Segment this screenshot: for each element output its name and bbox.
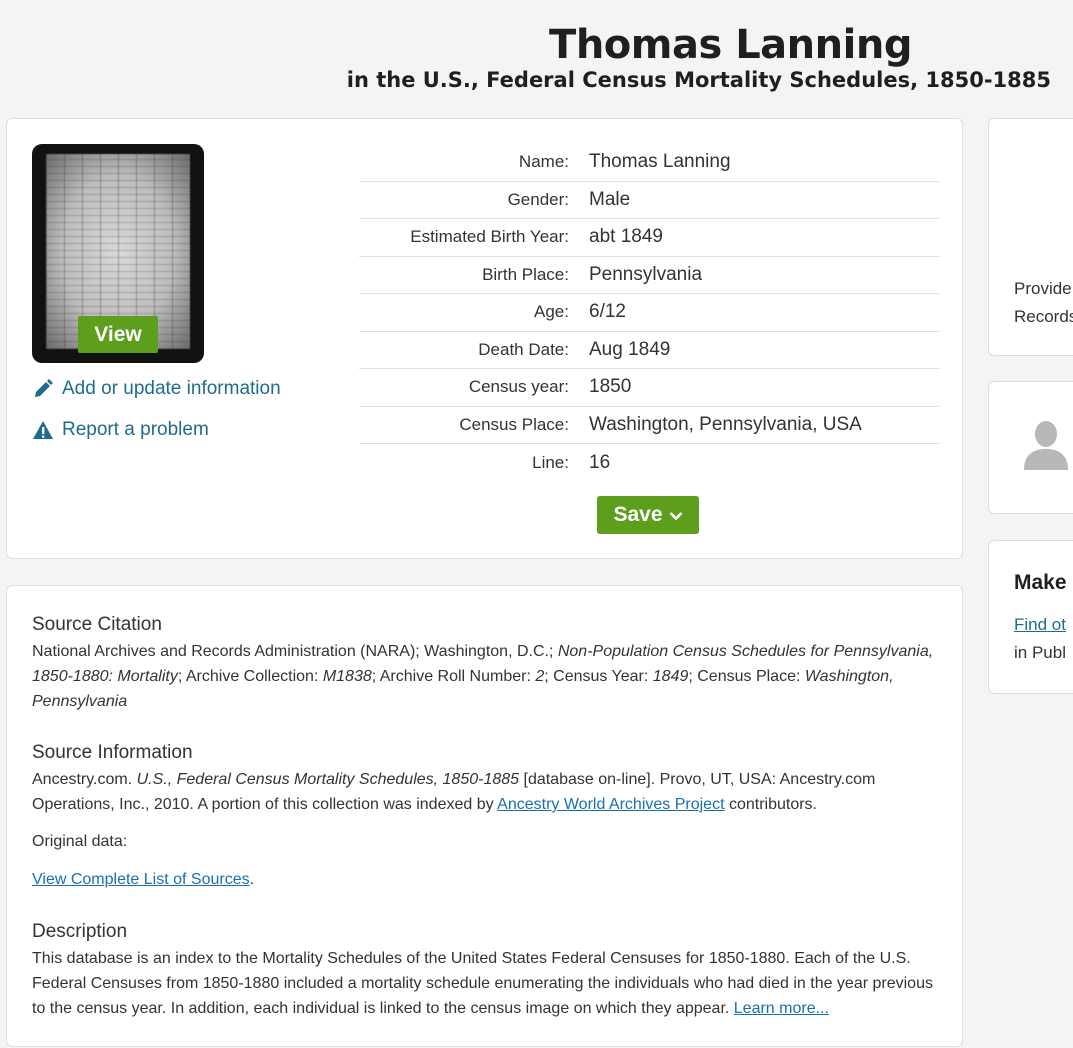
report-problem-link[interactable]: Report a problem — [32, 419, 209, 441]
census-year-value: 1849 — [652, 668, 689, 685]
add-update-info-link[interactable]: Add or update information — [32, 378, 281, 400]
field-value: 6/12 — [589, 301, 626, 323]
warning-icon — [32, 419, 54, 441]
sidebar-card-heading: Make — [1014, 571, 1067, 594]
field-value: Pennsylvania — [589, 263, 703, 285]
person-avatar-icon — [1022, 418, 1070, 470]
sidebar-find-link[interactable]: Find ot — [1014, 615, 1066, 635]
field-label: Census Place: — [459, 414, 569, 434]
field-value: Thomas Lanning — [589, 151, 731, 173]
field-row-birth-place: Birth Place: Pennsylvania — [359, 257, 939, 294]
citation-text: National Archives and Records Administra… — [32, 643, 558, 660]
field-row-gender: Gender: Male — [359, 182, 939, 219]
field-value: abt 1849 — [589, 226, 663, 248]
citation-text: ; Archive Collection: — [177, 668, 323, 685]
info-text: Ancestry.com. — [32, 771, 137, 788]
citation-text: ; Archive Roll Number: — [371, 668, 536, 685]
citation-text: ; Census Year: — [544, 668, 653, 685]
sidebar-card-provide: Provide Records — [988, 118, 1073, 356]
source-information-heading: Source Information — [32, 742, 193, 763]
source-citation-section: Source Citation National Archives and Re… — [32, 614, 942, 714]
description-text: This database is an index to the Mortali… — [32, 946, 942, 1021]
source-card: Source Citation National Archives and Re… — [6, 585, 963, 1047]
field-value: 16 — [589, 451, 611, 473]
field-value: Washington, Pennsylvania, USA — [589, 413, 862, 435]
sidebar-card-make: Make Find ot in Publ — [988, 540, 1073, 694]
description-heading: Description — [32, 921, 128, 942]
field-label: Estimated Birth Year: — [410, 227, 569, 247]
field-label: Name: — [518, 152, 569, 172]
field-row-death-date: Death Date: Aug 1849 — [359, 332, 939, 369]
pencil-icon — [32, 378, 54, 400]
collection-subtitle: in the U.S., Federal Census Mortality Sc… — [346, 68, 1051, 92]
citation-text: ; Census Place: — [688, 668, 805, 685]
sidebar-card-profile — [988, 381, 1073, 514]
info-text: contributors. — [724, 796, 817, 813]
view-complete-sources-link[interactable]: View Complete List of Sources — [32, 871, 250, 888]
field-label: Line: — [532, 452, 569, 472]
field-row-age: Age: 6/12 — [359, 294, 939, 332]
record-fields: Name: Thomas Lanning Gender: Male Estima… — [359, 144, 939, 482]
field-row-line: Line: 16 — [359, 444, 939, 482]
period: . — [249, 871, 255, 888]
field-label: Death Date: — [478, 339, 569, 359]
field-row-name: Name: Thomas Lanning — [359, 144, 939, 182]
sidebar-card-text-line1: Provide — [1014, 279, 1072, 298]
field-value: Aug 1849 — [589, 338, 671, 360]
page-title: Thomas Lanning — [549, 22, 912, 68]
save-button-label: Save — [613, 503, 663, 526]
original-data-label: Original data: — [32, 833, 128, 850]
learn-more-link[interactable]: Learn more... — [734, 1000, 829, 1017]
sidebar-card-text-line2: Records — [1014, 307, 1073, 326]
sidebar-card-subtext: in Publ — [1014, 643, 1066, 662]
report-problem-label: Report a problem — [62, 419, 209, 440]
field-row-birth-year: Estimated Birth Year: abt 1849 — [359, 219, 939, 257]
world-archives-project-link[interactable]: Ancestry World Archives Project — [497, 796, 724, 813]
record-image-thumbnail[interactable]: View — [32, 144, 204, 363]
field-label: Age: — [534, 302, 569, 322]
field-value: Male — [589, 188, 631, 210]
database-title: U.S., Federal Census Mortality Schedules… — [136, 771, 520, 788]
save-button[interactable]: Save — [597, 496, 699, 534]
record-card: View Add or update information Report a … — [6, 118, 963, 559]
field-label: Birth Place: — [482, 264, 569, 284]
add-update-info-label: Add or update information — [62, 378, 281, 399]
source-citation-text: National Archives and Records Administra… — [32, 639, 942, 714]
view-sources-line: View Complete List of Sources. — [32, 867, 942, 892]
view-image-button[interactable]: View — [78, 316, 158, 353]
source-citation-heading: Source Citation — [32, 614, 162, 635]
page-header: Thomas Lanning in the U.S., Federal Cens… — [0, 0, 1073, 110]
field-label: Census year: — [468, 377, 569, 397]
archive-roll-number: 2 — [535, 668, 545, 685]
field-label: Gender: — [507, 189, 569, 209]
field-row-census-place: Census Place: Washington, Pennsylvania, … — [359, 407, 939, 444]
field-value: 1850 — [589, 376, 632, 398]
description-section: Description This database is an index to… — [32, 921, 942, 1021]
archive-collection: M1838 — [322, 668, 372, 685]
field-row-census-year: Census year: 1850 — [359, 369, 939, 407]
chevron-down-icon — [669, 503, 683, 527]
source-information-text: Ancestry.com. U.S., Federal Census Morta… — [32, 767, 942, 817]
source-information-section: Source Information Ancestry.com. U.S., F… — [32, 742, 942, 817]
